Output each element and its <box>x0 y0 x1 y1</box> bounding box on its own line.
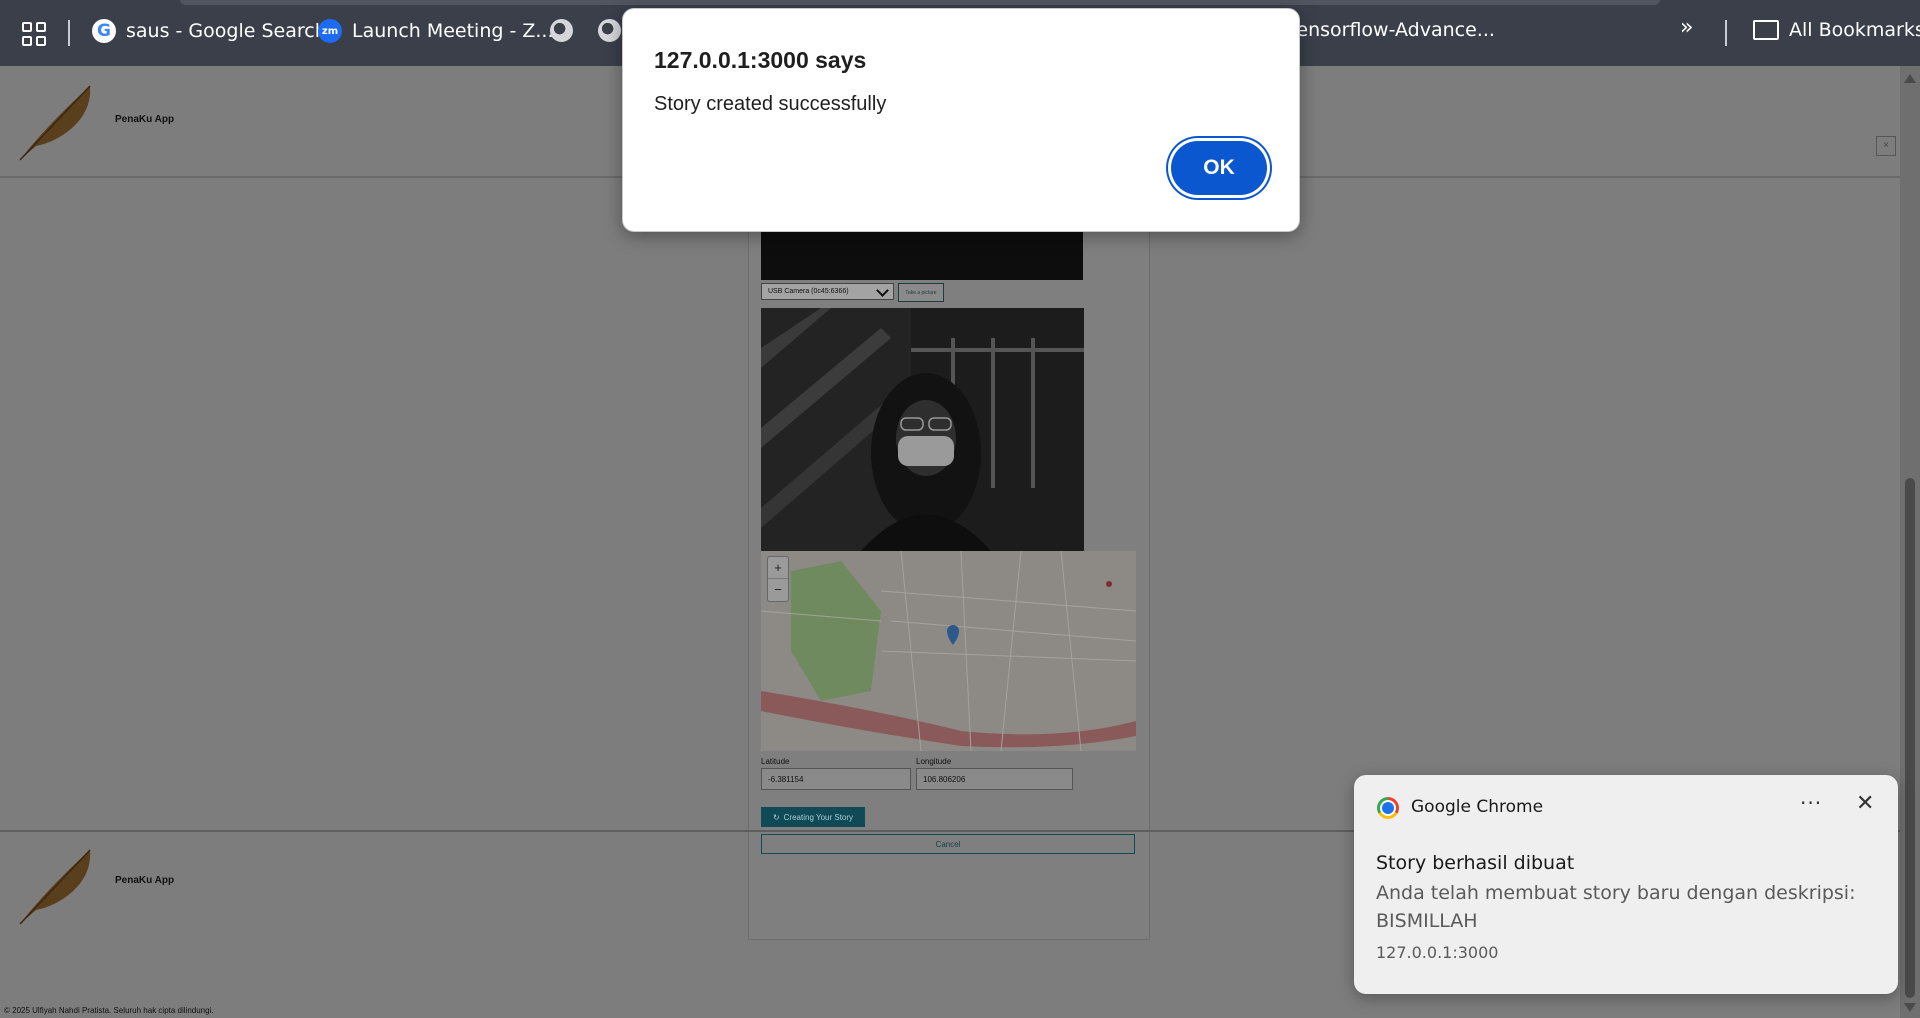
footer-brand-name: PenaKu App <box>115 875 175 886</box>
notification-origin: 127.0.0.1:3000 <box>1376 943 1499 962</box>
loading-spinner-icon: ↻ <box>772 812 780 822</box>
notification-body: Anda telah membuat story baru dengan des… <box>1376 882 1856 932</box>
photo-image <box>761 308 1084 551</box>
google-icon: G <box>92 19 116 43</box>
bookmark-globe-1[interactable] <box>550 19 573 42</box>
all-bookmarks-label: All Bookmarks <box>1789 19 1920 41</box>
zoom-in-button[interactable]: + <box>768 557 788 579</box>
ok-button[interactable]: OK <box>1171 141 1267 195</box>
camera-select-value: USB Camera (0c45:6366) <box>768 288 849 295</box>
longitude-label: Longitude <box>916 757 952 766</box>
bookmark-tensorflow[interactable]: Tensorflow-Advance... <box>1288 19 1495 41</box>
scroll-down-arrow-icon[interactable] <box>1904 1003 1916 1012</box>
tab-strip-edge <box>180 0 1660 5</box>
dialog-message: Story created successfully <box>654 93 887 115</box>
chrome-icon <box>1377 797 1399 819</box>
close-icon[interactable]: × <box>1876 136 1896 156</box>
scroll-up-arrow-icon[interactable] <box>1904 74 1916 83</box>
create-story-button[interactable]: ↻ Creating Your Story <box>761 807 865 827</box>
all-bookmarks-button[interactable]: All Bookmarks <box>1753 19 1920 41</box>
longitude-input[interactable]: 106.806206 <box>916 768 1073 790</box>
latitude-input[interactable]: -6.381154 <box>761 768 911 790</box>
take-picture-button[interactable]: Take a picture <box>898 283 944 302</box>
alert-dialog: 127.0.0.1:3000 says Story created succes… <box>622 8 1300 232</box>
notification-title: Story berhasil dibuat <box>1376 852 1575 874</box>
folder-icon <box>1753 20 1779 40</box>
bookmark-google-search[interactable]: G saus - Google Search <box>92 19 327 43</box>
map-tiles <box>761 551 1136 751</box>
scroll-thumb[interactable] <box>1905 478 1915 998</box>
globe-icon <box>598 19 621 42</box>
chrome-notification[interactable]: Google Chrome ··· ✕ Story berhasil dibua… <box>1354 775 1898 994</box>
bookmark-label: Tensorflow-Advance... <box>1288 19 1495 41</box>
bookmark-separator <box>68 20 70 46</box>
map-zoom-control: + − <box>767 556 789 602</box>
bookmark-label: Launch Meeting - Z... <box>352 20 554 42</box>
create-story-label: Creating Your Story <box>783 812 854 822</box>
dialog-title: 127.0.0.1:3000 says <box>654 47 867 73</box>
latitude-label: Latitude <box>761 757 790 766</box>
captured-photo <box>761 308 1084 551</box>
bookmark-label: saus - Google Search <box>126 20 327 42</box>
bookmark-launch-meeting[interactable]: zm Launch Meeting - Z... <box>318 19 554 43</box>
close-icon[interactable]: ✕ <box>1856 791 1874 816</box>
brand-name[interactable]: PenaKu App <box>115 114 174 125</box>
location-map[interactable] <box>761 551 1136 751</box>
camera-select[interactable]: USB Camera (0c45:6366) <box>761 283 894 300</box>
copyright-text: © 2025 Ulfiyah Nahdi Pratista. Seluruh h… <box>4 1006 214 1015</box>
page-scrollbar[interactable] <box>1900 66 1920 1018</box>
bookmark-globe-2[interactable] <box>598 19 621 42</box>
bookmarks-overflow-chevron-icon[interactable]: » <box>1680 15 1693 40</box>
zoom-icon: zm <box>318 19 342 43</box>
globe-icon <box>550 19 573 42</box>
zoom-out-button[interactable]: − <box>768 579 788 600</box>
feather-logo <box>19 85 91 161</box>
feather-logo <box>19 849 91 925</box>
apps-grid-icon[interactable] <box>22 22 46 46</box>
bookmark-separator <box>1725 20 1727 46</box>
chevron-down-icon <box>876 284 889 297</box>
more-options-icon[interactable]: ··· <box>1800 791 1822 815</box>
notification-app-name: Google Chrome <box>1411 797 1544 817</box>
